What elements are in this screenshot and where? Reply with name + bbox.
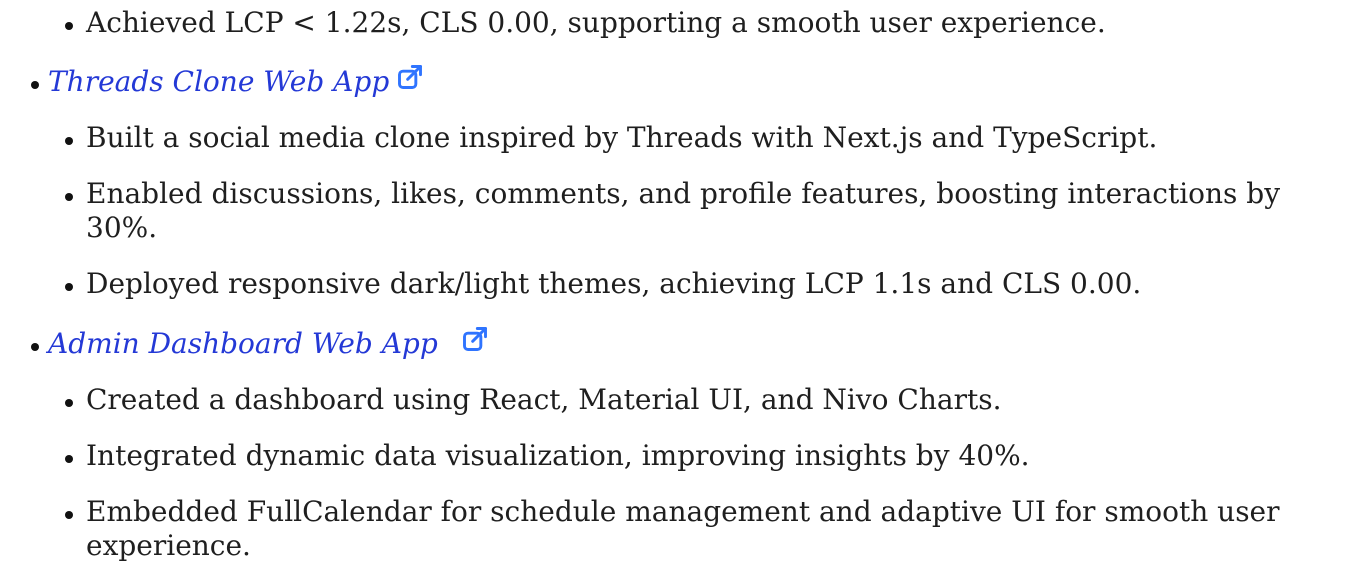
project-bullet-text: Integrated dynamic data visualization, i… (86, 439, 1030, 472)
bullet-icon (65, 455, 73, 463)
bullet-icon (65, 137, 73, 145)
bullet-icon (31, 81, 39, 89)
threads-project-link[interactable]: Threads Clone Web App (48, 65, 389, 99)
project-bullet-text: Built a social media clone inspired by T… (86, 121, 1158, 154)
bullet-icon (65, 511, 73, 519)
project-bullet-text: Embedded FullCalendar for schedule manag… (86, 495, 1280, 562)
bullet-icon (65, 193, 73, 201)
bullet-icon (65, 22, 73, 30)
project-bullet-text: Created a dashboard using React, Materia… (86, 383, 1002, 416)
bullet-icon (65, 283, 73, 291)
project-bullet-text: Deployed responsive dark/light themes, a… (86, 267, 1142, 300)
admin-project-link[interactable]: Admin Dashboard Web App (48, 327, 438, 361)
project-bullet-text: Enabled discussions, likes, comments, an… (86, 177, 1281, 244)
project-bullet-text: Achieved LCP < 1.22s, CLS 0.00, supporti… (86, 6, 1106, 39)
bullet-icon (31, 343, 39, 351)
external-link-icon[interactable] (461, 325, 489, 353)
bullet-icon (65, 399, 73, 407)
projects-section: Achieved LCP < 1.22s, CLS 0.00, supporti… (0, 0, 1357, 562)
external-link-icon[interactable] (396, 63, 424, 91)
